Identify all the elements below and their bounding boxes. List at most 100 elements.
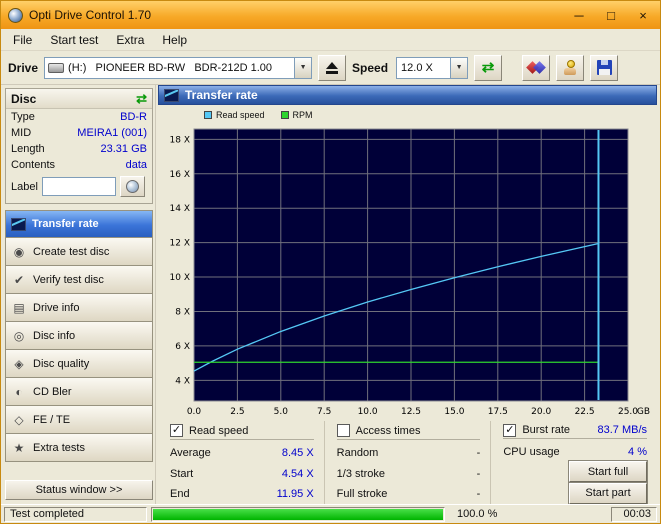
- sidebar-item-verify-test-disc[interactable]: ✔ Verify test disc: [5, 266, 153, 294]
- speed-label: Speed: [352, 60, 389, 75]
- disc-info-icon: ◎: [13, 328, 25, 343]
- refresh-speeds-button[interactable]: ⇄: [474, 54, 503, 81]
- page-title: Transfer rate: [185, 88, 258, 102]
- svg-text:14 X: 14 X: [170, 204, 190, 214]
- one-third-stroke-row: 1/3 stroke -: [336, 467, 481, 480]
- cpu-usage-row: CPU usage 4 %: [503, 445, 648, 458]
- save-icon: [596, 60, 612, 75]
- speed-select[interactable]: 12.0 X ▼: [396, 56, 469, 79]
- chart-legend: Read speed RPM: [204, 107, 657, 123]
- menu-file[interactable]: File: [4, 31, 41, 49]
- disc-contents-row: Contents data: [11, 159, 147, 171]
- start-row: Start 4.54 X: [170, 467, 314, 480]
- disc-quality-tool-button[interactable]: [522, 54, 551, 81]
- progress-fill: [153, 508, 443, 520]
- sidebar-item-create-test-disc[interactable]: ◉ Create test disc: [5, 238, 153, 266]
- menu-help[interactable]: Help: [153, 31, 196, 49]
- svg-text:4 X: 4 X: [175, 376, 190, 386]
- sidebar: Disc ⇄ Type BD-R MID MEIRA1 (001) Length…: [1, 85, 156, 504]
- drive-label: Drive: [8, 60, 39, 75]
- disc-panel-title: Disc: [11, 91, 37, 106]
- maximize-button[interactable]: □: [601, 6, 621, 24]
- start-part-button[interactable]: Start part: [568, 481, 649, 504]
- end-row: End 11.95 X: [170, 487, 314, 500]
- read-speed-swatch: [204, 111, 212, 119]
- drive-select[interactable]: (H:) PIONEER BD-RW BDR-212D 1.00 ▼: [44, 56, 313, 79]
- main-panel: Transfer rate Read speed RPM 0.0 2.5 5.0 7.…: [156, 85, 660, 504]
- label-input[interactable]: [41, 177, 116, 196]
- svg-text:16 X: 16 X: [170, 170, 190, 180]
- transfer-rate-icon: [164, 88, 179, 102]
- svg-text:10.0: 10.0: [358, 407, 378, 417]
- status-bar: Test completed 100.0 % 00:03: [1, 504, 660, 523]
- start-full-button[interactable]: Start full: [568, 460, 649, 484]
- transfer-rate-icon: [11, 217, 26, 231]
- transfer-rate-chart: 0.0 2.5 5.0 7.5 10.0 12.5 15.0 17.5 20.0 22.5 25.0…: [158, 123, 657, 419]
- chevron-down-icon[interactable]: ▼: [294, 57, 312, 78]
- svg-text:15.0: 15.0: [444, 407, 464, 417]
- svg-text:22.5: 22.5: [575, 407, 595, 417]
- points-button[interactable]: [556, 54, 585, 81]
- disc-refresh-icon[interactable]: ⇄: [136, 92, 147, 105]
- svg-text:8 X: 8 X: [175, 307, 190, 317]
- close-button[interactable]: ×: [633, 6, 653, 24]
- main-header: Transfer rate: [158, 85, 657, 105]
- progress-bar: [151, 506, 445, 522]
- progress-percent: 100.0 %: [457, 508, 498, 520]
- sidebar-nav: Transfer rate ◉ Create test disc ✔ Verif…: [5, 210, 153, 462]
- disc-quality-icon: [526, 60, 546, 75]
- svg-text:25.0: 25.0: [618, 407, 638, 417]
- disc-label-row: Label: [6, 173, 152, 203]
- burst-rate-checkbox[interactable]: ✓: [503, 423, 517, 437]
- menu-extra[interactable]: Extra: [107, 31, 153, 49]
- disc-quality-nav-icon: ◈: [14, 356, 24, 371]
- disc-icon: [125, 180, 139, 193]
- sidebar-item-fe-te[interactable]: ◇ FE / TE: [5, 406, 153, 434]
- create-test-disc-icon: ◉: [13, 244, 25, 259]
- sidebar-item-disc-info[interactable]: ◎ Disc info: [5, 322, 153, 350]
- window-title: Opti Drive Control 1.70: [29, 8, 152, 22]
- sidebar-item-cd-bler[interactable]: ◐ CD Bler: [5, 378, 153, 406]
- fe-te-icon: ◇: [14, 412, 24, 427]
- full-stroke-row: Full stroke -: [336, 487, 481, 500]
- toolbar: Drive (H:) PIONEER BD-RW BDR-212D 1.00 ▼…: [1, 51, 660, 85]
- results-area: ✓ Read speed Average 8.45 X Start 4.54 X…: [158, 419, 657, 504]
- svg-text:17.5: 17.5: [488, 407, 508, 417]
- read-speed-checkbox[interactable]: ✓: [170, 424, 183, 438]
- svg-text:12 X: 12 X: [170, 239, 190, 249]
- svg-text:10 X: 10 X: [170, 273, 190, 283]
- svg-text:GB: GB: [637, 407, 650, 417]
- access-times-group: Access times Random - 1/3 stroke - Full …: [323, 421, 491, 504]
- save-button[interactable]: [590, 54, 619, 81]
- chevron-down-icon[interactable]: ▼: [450, 57, 468, 78]
- svg-text:18 X: 18 X: [170, 135, 190, 145]
- read-speed-group: ✓ Read speed Average 8.45 X Start 4.54 X…: [158, 421, 324, 504]
- sidebar-item-drive-info[interactable]: ▤ Drive info: [5, 294, 153, 322]
- sidebar-item-transfer-rate[interactable]: Transfer rate: [5, 210, 153, 238]
- disc-mid-row: MID MEIRA1 (001): [11, 127, 147, 139]
- status-message: Test completed: [4, 506, 147, 522]
- minimize-button[interactable]: ─: [569, 6, 589, 24]
- sidebar-item-extra-tests[interactable]: ★ Extra tests: [5, 434, 153, 462]
- status-window-button[interactable]: Status window >>: [5, 480, 153, 500]
- eject-icon: [326, 61, 339, 74]
- svg-text:20.0: 20.0: [531, 407, 551, 417]
- label-write-button[interactable]: [119, 176, 145, 197]
- disc-length-row: Length 23.31 GB: [11, 143, 147, 155]
- access-times-checkbox[interactable]: [336, 424, 350, 438]
- svg-text:6 X: 6 X: [175, 342, 190, 352]
- app-icon: [8, 7, 23, 23]
- svg-text:12.5: 12.5: [401, 407, 421, 417]
- random-row: Random -: [336, 447, 481, 460]
- sidebar-item-disc-quality[interactable]: ◈ Disc quality: [5, 350, 153, 378]
- svg-text:2.5: 2.5: [230, 407, 244, 417]
- elapsed-time: 00:03: [611, 506, 657, 522]
- title-bar: Opti Drive Control 1.70 ─ □ ×: [1, 1, 660, 29]
- disc-panel: Disc ⇄ Type BD-R MID MEIRA1 (001) Length…: [5, 88, 153, 204]
- hand-coin-icon: [562, 60, 579, 75]
- cd-bler-icon: ◐: [15, 384, 23, 399]
- eject-button[interactable]: [318, 54, 347, 81]
- drive-icon: [48, 62, 65, 73]
- svg-text:7.5: 7.5: [317, 407, 331, 417]
- menu-start-test[interactable]: Start test: [41, 31, 107, 49]
